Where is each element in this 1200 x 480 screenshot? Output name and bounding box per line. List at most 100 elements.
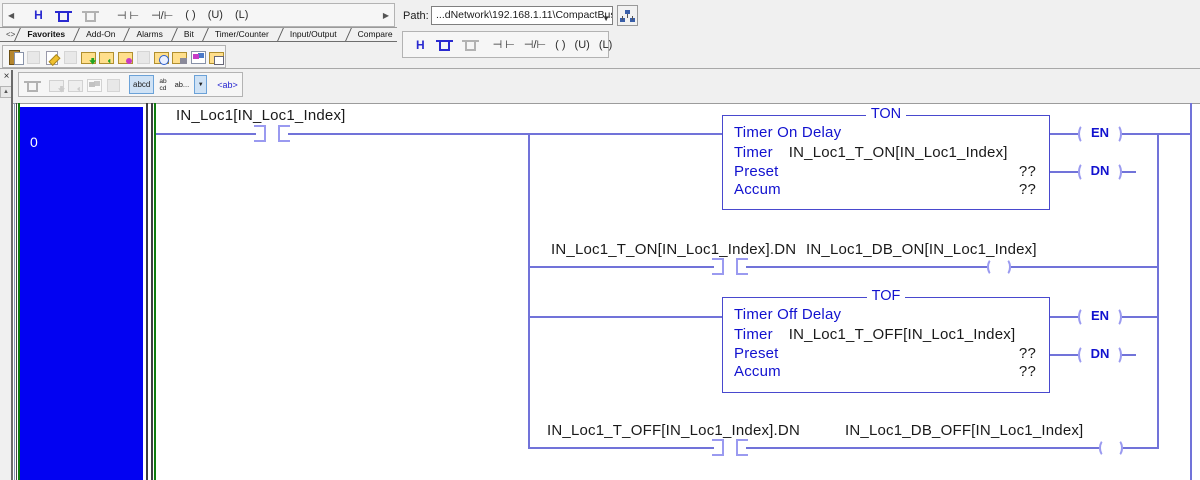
new-rung-button[interactable]: H [31, 6, 46, 24]
branch-level-icon [81, 9, 99, 22]
branch-icon [435, 38, 453, 51]
trend-dim-icon[interactable] [86, 77, 103, 93]
new-rung-button-2[interactable]: H [413, 36, 428, 54]
folder-search-icon[interactable] [171, 49, 188, 65]
grid-dim-icon[interactable] [105, 77, 122, 93]
otl-coil-button-2[interactable]: (L) [596, 36, 615, 54]
tag-two-line-button[interactable]: ab cd [156, 75, 169, 94]
tof-instruction-block[interactable]: TOF Timer Off Delay Timer IN_Loc1_T_OFF[… [722, 288, 1050, 393]
xic-contact-tag[interactable]: IN_Loc1[IN_Loc1_Index] [176, 107, 346, 124]
folder-window-icon[interactable] [208, 49, 225, 65]
ton-accum-value[interactable]: ?? [1019, 181, 1036, 198]
folder-history-icon[interactable] [153, 49, 170, 65]
ton-en-output[interactable]: EN [1078, 124, 1122, 144]
xic-contact-symbol[interactable] [254, 125, 266, 142]
xic-contact-symbol[interactable] [278, 125, 290, 142]
wire-b4-c [1123, 447, 1157, 449]
ton-dn-output[interactable]: DN [1078, 162, 1122, 182]
tab-timer-counter[interactable]: Timer/Counter [203, 28, 278, 41]
left-rail-line-1 [146, 103, 148, 480]
b2-coil-tag[interactable]: IN_Loc1_DB_ON[IN_Loc1_Index] [806, 241, 1037, 258]
ton-param-accum: Accum [734, 181, 781, 198]
b4-contact-tag[interactable]: IN_Loc1_T_OFF[IN_Loc1_Index].DN [547, 422, 800, 439]
dim-icon-1[interactable] [25, 49, 41, 65]
ote-coil-button[interactable]: ( ) [182, 6, 198, 24]
b4-coil-tag[interactable]: IN_Loc1_DB_OFF[IN_Loc1_Index] [845, 422, 1083, 439]
b4-coil-symbol[interactable] [1099, 439, 1123, 457]
left-rail-line-2 [151, 103, 153, 480]
wire-ton-dn-stub [1122, 171, 1136, 173]
branch-level-icon [461, 38, 479, 51]
ladder-branch-icon[interactable] [24, 77, 41, 93]
rung-margin-selected[interactable] [20, 107, 143, 480]
folder-import-icon[interactable] [80, 49, 97, 65]
tab-alarms[interactable]: Alarms [124, 28, 171, 41]
new-branch-button-2[interactable] [433, 36, 456, 54]
edit-tag-icon[interactable] [44, 49, 60, 65]
coil-arc [1099, 439, 1111, 457]
dim-icon-3[interactable] [135, 49, 151, 65]
tab-compare[interactable]: Compare [346, 28, 402, 41]
right-rail [1190, 103, 1192, 480]
b2-contact-tag[interactable]: IN_Loc1_T_ON[IN_Loc1_Index].DN [551, 241, 796, 258]
ote-coil-button-2[interactable]: ( ) [552, 36, 568, 54]
folder-import-dim-icon[interactable] [48, 77, 65, 93]
ton-param-preset: Preset [734, 163, 779, 180]
toolbar-scroll-right-icon[interactable]: ▶ [380, 6, 392, 24]
xio-contact-button[interactable]: ⊣/⊢ [148, 6, 176, 24]
branch-level-button[interactable] [79, 6, 102, 24]
two-line-top: ab [159, 77, 167, 85]
margin-line [16, 103, 17, 480]
tag-description-button[interactable]: ab... [172, 75, 193, 94]
tof-description: Timer Off Delay [734, 306, 842, 323]
tag-display-dropdown-icon[interactable]: ▼ [194, 75, 208, 94]
otu-coil-button-2[interactable]: (U) [572, 36, 593, 54]
xio-contact-button-2[interactable]: ⊣/⊢ [521, 36, 549, 54]
tof-param-accum: Accum [734, 363, 781, 380]
show-tag-names-button[interactable]: abcd [129, 75, 155, 94]
tag-bracket-button[interactable]: <ab> [214, 75, 241, 94]
xic-contact-button[interactable]: ⊣ ⊢ [114, 6, 142, 24]
who-active-button[interactable] [617, 5, 638, 26]
tab-input-output[interactable]: Input/Output [278, 28, 346, 41]
new-branch-button[interactable] [52, 6, 75, 24]
wire-b2-a [530, 266, 714, 268]
dim-icon-2[interactable] [62, 49, 78, 65]
xic-contact-button-2[interactable]: ⊣ ⊢ [490, 36, 518, 54]
tof-preset-value[interactable]: ?? [1019, 345, 1036, 362]
toolbar-scroll-left-icon[interactable]: ◀ [5, 6, 17, 24]
ton-description: Timer On Delay [734, 124, 842, 141]
b2-coil-symbol[interactable] [987, 258, 1011, 276]
ton-preset-value[interactable]: ?? [1019, 163, 1036, 180]
otl-coil-button[interactable]: (L) [232, 6, 251, 24]
b2-contact-symbol[interactable] [736, 258, 748, 275]
tof-accum-value[interactable]: ?? [1019, 363, 1036, 380]
b2-contact-symbol[interactable] [712, 258, 724, 275]
folder-tag-icon[interactable] [117, 49, 133, 65]
rung-number[interactable]: 0 [30, 134, 38, 150]
folder-export-dim-icon[interactable] [67, 77, 84, 93]
b4-contact-symbol[interactable] [736, 439, 748, 456]
network-browse-icon [620, 9, 635, 23]
folder-export-icon[interactable] [98, 49, 115, 65]
tab-add-on[interactable]: Add-On [74, 28, 124, 41]
branch-level-button-2[interactable] [459, 36, 482, 54]
path-value: ...dNetwork\192.168.1.11\CompactBus\0* [436, 9, 613, 21]
tof-timer-operand[interactable]: IN_Loc1_T_OFF[IN_Loc1_Index] [789, 326, 1016, 343]
path-combobox[interactable]: ...dNetwork\192.168.1.11\CompactBus\0* ▼ [431, 6, 613, 25]
wire-tof-en-out [1122, 316, 1157, 318]
wire-ton-en-in [1050, 133, 1078, 135]
ton-instruction-block[interactable]: TON Timer On Delay Timer IN_Loc1_T_ON[IN… [722, 106, 1050, 210]
ton-timer-operand[interactable]: IN_Loc1_T_ON[IN_Loc1_Index] [789, 144, 1008, 161]
tof-dn-output[interactable]: DN [1078, 345, 1122, 365]
trend-image-icon[interactable] [190, 49, 206, 65]
b4-contact-symbol[interactable] [712, 439, 724, 456]
path-dropdown-icon[interactable]: ▼ [602, 10, 610, 24]
otu-coil-button[interactable]: (U) [205, 6, 226, 24]
tof-en-output[interactable]: EN [1078, 307, 1122, 327]
tab-bit[interactable]: Bit [172, 28, 203, 41]
toolbar-divider [0, 68, 1200, 69]
verify-controller-icon[interactable] [7, 49, 25, 65]
wire-ton-dn-in [1050, 171, 1078, 173]
tab-favorites[interactable]: Favorites [15, 28, 74, 41]
